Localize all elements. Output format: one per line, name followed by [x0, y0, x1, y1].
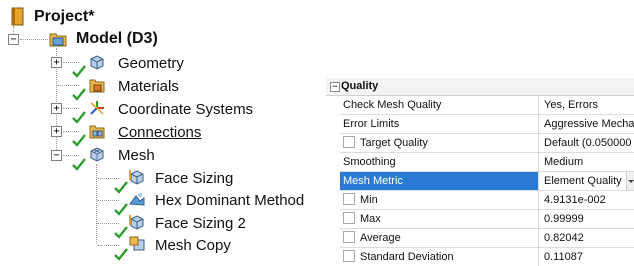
tree-label-geometry: Geometry: [118, 54, 184, 72]
tree-node-geometry[interactable]: Geometry: [118, 52, 184, 74]
row-error-limits[interactable]: Error Limits Aggressive Mecha: [340, 115, 634, 134]
row-value: 4.9131e-002: [544, 194, 606, 206]
project-book-icon: [11, 7, 24, 26]
check-icon: [114, 203, 128, 216]
row-label: Mesh Metric: [340, 172, 539, 190]
row-label: Smoothing: [340, 153, 539, 171]
expand-coordinate-systems-toggle[interactable]: +: [51, 103, 62, 114]
coordinate-systems-icon: [90, 101, 104, 115]
row-value: Element Quality: [544, 175, 622, 187]
row-label-wrap: Min: [340, 191, 539, 209]
model-folder-icon: [49, 33, 67, 47]
tree-node-face-sizing[interactable]: Face Sizing: [155, 167, 233, 189]
row-value[interactable]: Aggressive Mecha: [541, 115, 634, 133]
tree-label-mesh: Mesh: [118, 146, 155, 164]
check-icon: [72, 88, 86, 101]
check-icon: [72, 158, 86, 171]
tree-label-connections: Connections: [118, 123, 202, 141]
row-value[interactable]: Medium: [541, 153, 634, 171]
row-check-mesh-quality[interactable]: Check Mesh Quality Yes, Errors: [340, 96, 634, 115]
tree-node-connections[interactable]: Connections: [118, 121, 201, 143]
row-label: Standard Deviation: [360, 251, 454, 263]
hex-dominant-method-icon: [129, 193, 145, 206]
check-icon: [114, 226, 128, 239]
check-icon: [72, 111, 86, 124]
tree-node-mesh-copy[interactable]: Mesh Copy: [155, 234, 231, 256]
expand-connections-toggle[interactable]: +: [51, 126, 62, 137]
row-label-wrap: Target Quality: [340, 134, 539, 152]
row-label-wrap: Standard Deviation: [340, 248, 539, 266]
average-checkbox[interactable]: [343, 231, 355, 243]
dropdown-arrow-icon[interactable]: [626, 172, 634, 190]
tree-node-hex-dominant-method[interactable]: Hex Dominant Method: [155, 189, 304, 211]
face-sizing-2-icon: [129, 215, 144, 230]
tree-label-face-sizing: Face Sizing: [155, 169, 234, 187]
tree-node-coordinate-systems[interactable]: Coordinate Systems: [118, 98, 253, 120]
row-label: Error Limits: [340, 115, 539, 133]
tree-label-hex-dominant-method: Hex Dominant Method: [155, 191, 305, 209]
mesh-copy-icon: [129, 236, 145, 251]
row-label: Min: [360, 194, 378, 206]
face-sizing-icon: [129, 170, 144, 185]
tree-label-materials: Materials: [118, 77, 179, 95]
quality-group-header[interactable]: − Quality: [326, 78, 634, 96]
check-icon: [114, 248, 128, 261]
tree-label-project: Project*: [34, 8, 95, 25]
row-average[interactable]: Average 0.82042: [340, 229, 634, 248]
quality-details-panel: − Quality Check Mesh Quality Yes, Errors…: [326, 78, 634, 266]
row-value: 0.82042: [544, 232, 584, 244]
tree-label-face-sizing-2: Face Sizing 2: [155, 214, 246, 232]
row-value: 0.99999: [544, 213, 584, 225]
row-label: Target Quality: [360, 137, 428, 149]
tree-node-mesh[interactable]: Mesh: [118, 144, 155, 166]
row-value: 0.11087: [544, 251, 583, 263]
row-label: Check Mesh Quality: [340, 96, 539, 114]
row-label-wrap: Average: [340, 229, 539, 247]
standard-deviation-checkbox[interactable]: [343, 250, 355, 262]
check-icon: [114, 181, 128, 194]
materials-icon: [89, 79, 105, 93]
row-mesh-metric[interactable]: Mesh Metric Element Quality: [340, 172, 634, 191]
tree-node-model[interactable]: Model (D3): [48, 28, 158, 50]
row-smoothing[interactable]: Smoothing Medium: [340, 153, 634, 172]
max-checkbox[interactable]: [343, 212, 355, 224]
tree-label-model: Model (D3): [76, 30, 158, 47]
collapse-model-toggle[interactable]: −: [8, 34, 19, 45]
tree-label-mesh-copy: Mesh Copy: [155, 236, 231, 254]
expand-geometry-toggle[interactable]: +: [51, 57, 62, 68]
row-label-wrap: Max: [340, 210, 539, 228]
row-standard-deviation[interactable]: Standard Deviation 0.11087: [340, 248, 634, 266]
tree-label-coordinate-systems: Coordinate Systems: [118, 100, 254, 118]
row-target-quality[interactable]: Target Quality Default (0.050000: [340, 134, 634, 153]
row-max[interactable]: Max 0.99999: [340, 210, 634, 229]
quality-group-title: Quality: [341, 80, 379, 92]
project-tree: Project* − Model (D3) + Geometry Materia…: [0, 0, 330, 261]
collapse-mesh-toggle[interactable]: −: [51, 150, 62, 161]
connections-icon: [89, 125, 105, 139]
row-min[interactable]: Min 4.9131e-002: [340, 191, 634, 210]
min-checkbox[interactable]: [343, 193, 355, 205]
row-value[interactable]: Default (0.050000: [541, 134, 634, 152]
mesh-icon: [90, 147, 104, 162]
target-quality-checkbox[interactable]: [343, 136, 355, 148]
row-label: Average: [360, 232, 401, 244]
tree-node-materials[interactable]: Materials: [118, 75, 179, 97]
mesh-metric-dropdown[interactable]: Element Quality: [541, 172, 634, 190]
row-value[interactable]: Yes, Errors: [541, 96, 634, 114]
geometry-icon: [90, 55, 104, 70]
tree-node-face-sizing-2[interactable]: Face Sizing 2: [155, 212, 246, 234]
tree-node-project[interactable]: Project*: [8, 6, 94, 28]
check-icon: [72, 134, 86, 147]
collapse-quality-toggle[interactable]: −: [330, 82, 340, 92]
row-label: Max: [360, 213, 381, 225]
check-icon: [72, 65, 86, 78]
